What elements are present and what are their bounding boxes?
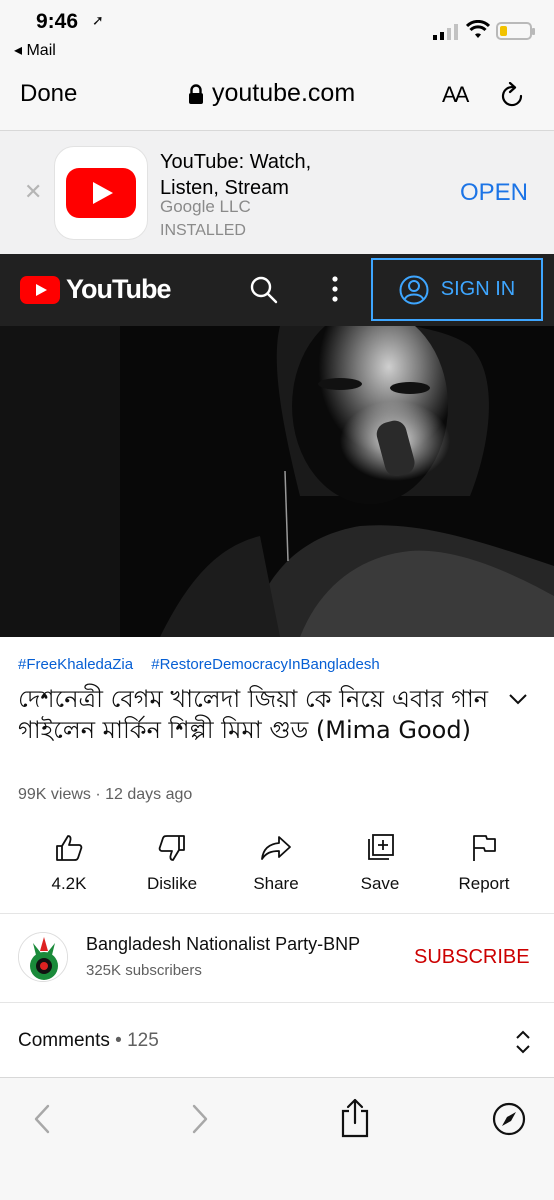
flag-icon — [473, 835, 496, 861]
more-options-icon[interactable] — [330, 276, 340, 302]
close-icon[interactable]: ✕ — [24, 179, 42, 205]
divider — [0, 913, 554, 914]
report-label: Report — [458, 874, 510, 893]
divider — [0, 1002, 554, 1003]
app-install-state: INSTALLED — [160, 222, 246, 239]
share-arrow-icon — [261, 836, 291, 860]
video-actions: 4.2K Dislike Share Save Report — [0, 828, 554, 908]
save-label: Save — [360, 874, 400, 893]
lock-icon — [189, 83, 203, 104]
location-arrow-icon: ➚ — [92, 12, 104, 28]
app-store-banner: ✕ YouTube: Watch, Listen, Stream Google … — [0, 130, 554, 254]
battery-icon — [496, 22, 535, 40]
forward-arrow-icon[interactable] — [190, 1104, 210, 1134]
hashtag-link[interactable]: #FreeKhaledaZia — [18, 656, 133, 673]
like-count: 4.2K — [51, 874, 87, 893]
youtube-logo[interactable]: YouTube — [20, 274, 171, 305]
done-button[interactable]: Done — [20, 80, 77, 108]
save-button[interactable]: Save — [335, 828, 425, 894]
youtube-app-icon — [54, 146, 148, 240]
comments-header[interactable]: Comments • 125 — [18, 1030, 159, 1052]
youtube-header: YouTube SIGN IN — [0, 254, 554, 326]
app-developer: Google LLC — [160, 197, 251, 216]
video-hashtags: #FreeKhaledaZia #RestoreDemocracyInBangl… — [18, 656, 394, 673]
address-bar[interactable]: youtube.com — [188, 79, 355, 108]
text-size-button[interactable]: AA — [442, 82, 469, 108]
comments-count: • 125 — [109, 1030, 159, 1051]
reload-icon[interactable] — [500, 82, 526, 110]
wifi-icon — [466, 20, 490, 38]
youtube-wordmark: YouTube — [66, 274, 171, 304]
add-to-playlist-icon — [368, 834, 394, 860]
channel-subscribers: 325K subscribers — [86, 962, 202, 979]
sign-in-label: SIGN IN — [440, 278, 516, 300]
compass-icon[interactable] — [492, 1102, 526, 1136]
subscribe-button[interactable]: SUBSCRIBE — [414, 946, 530, 969]
thumbs-down-icon — [158, 835, 185, 861]
hashtag-link[interactable]: #RestoreDemocracyInBangladesh — [151, 656, 379, 673]
expand-collapse-icon[interactable] — [514, 1029, 532, 1055]
app-title: YouTube: Watch, Listen, Stream — [160, 151, 312, 199]
comments-label: Comments — [18, 1030, 110, 1051]
like-button[interactable]: 4.2K — [24, 828, 114, 894]
status-bar: 9:46 ➚ ◂ Mail — [0, 0, 554, 62]
back-arrow-icon[interactable] — [32, 1104, 52, 1134]
youtube-play-logo-icon — [20, 275, 60, 304]
sign-in-button[interactable]: SIGN IN — [371, 258, 543, 321]
cellular-signal-icon — [433, 24, 458, 40]
status-time: 9:46 — [36, 10, 79, 33]
open-app-button[interactable]: OPEN — [460, 179, 528, 207]
video-frame-image — [0, 326, 554, 637]
report-button[interactable]: Report — [439, 828, 529, 894]
url-text: youtube.com — [212, 79, 356, 107]
video-player[interactable] — [0, 326, 554, 637]
chevron-down-icon[interactable] — [508, 692, 528, 706]
share-button[interactable]: Share — [231, 828, 321, 894]
share-sheet-icon[interactable] — [338, 1098, 372, 1138]
channel-name[interactable]: Bangladesh Nationalist Party-BNP — [86, 934, 360, 955]
dislike-label: Dislike — [146, 874, 198, 893]
thumbs-up-icon — [56, 835, 83, 861]
video-title: দেশনেত্রী বেগম খালেদা জিয়া কে নিয়ে এবা… — [18, 685, 489, 744]
bnp-logo-icon — [19, 933, 67, 981]
safari-bottom-toolbar — [0, 1077, 554, 1200]
channel-avatar[interactable] — [18, 932, 68, 982]
back-to-mail-link[interactable]: ◂ Mail — [14, 40, 56, 60]
dislike-button[interactable]: Dislike — [127, 828, 217, 894]
account-circle-icon — [399, 275, 429, 304]
safari-toolbar: Done youtube.com AA — [0, 62, 554, 130]
video-meta: 99K views · 12 days ago — [18, 786, 193, 803]
share-label: Share — [253, 874, 299, 893]
search-icon[interactable] — [250, 276, 278, 304]
